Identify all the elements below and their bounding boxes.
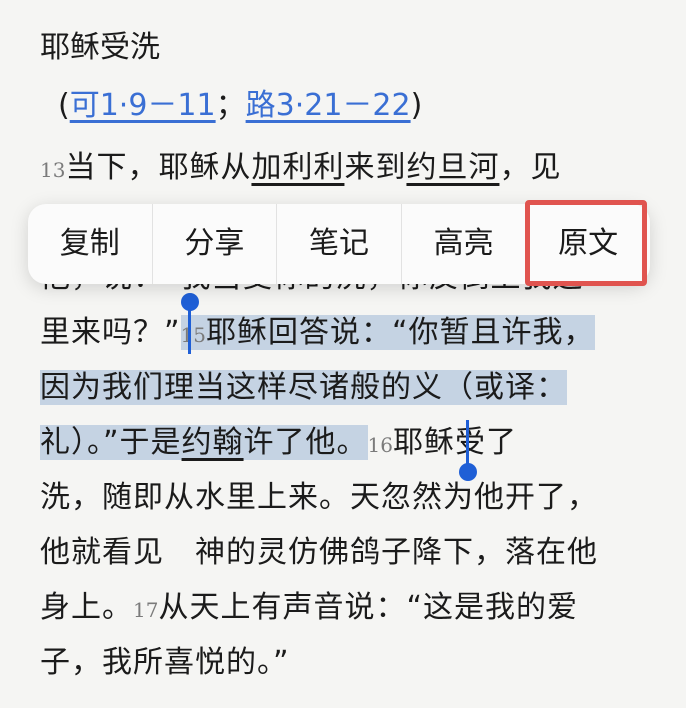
text-line[interactable]: 因为我们理当这样尽诸般的义（或译： [40, 362, 567, 414]
text-line[interactable]: 里来吗？”15耶稣回答说：“你暂且许我， [40, 307, 595, 361]
place-link-jordan[interactable]: 约旦河 [406, 150, 499, 185]
share-menu-item[interactable]: 分享 [153, 204, 278, 284]
person-link-john[interactable]: 约翰 [182, 425, 244, 460]
verse-text[interactable]: 当下，耶稣从 [65, 150, 251, 185]
text-line[interactable]: 他就看见 神的灵仿佛鸽子降下，落在他 [40, 527, 598, 579]
text-line[interactable]: 13当下，耶稣从加利利来到约旦河，见 [40, 142, 561, 196]
verse-text[interactable]: 来到 [344, 150, 406, 185]
callout-box [525, 200, 647, 286]
verse-text[interactable]: 许了他。 [244, 425, 368, 460]
verse-text[interactable]: 里来吗？” [40, 315, 181, 350]
selected-text[interactable]: 因为我们理当这样尽诸般的义（或译： [40, 370, 567, 405]
cross-references: (可1·9－11；路3·21－22) [58, 86, 422, 126]
selection-end-caret[interactable] [466, 420, 469, 466]
verse-number[interactable]: 13 [40, 158, 65, 182]
selected-text[interactable]: 礼）。”于是约翰许了他。 [40, 425, 368, 460]
selected-text[interactable]: 15耶稣回答说：“你暂且许我， [180, 315, 595, 350]
ref-separator: ； [215, 88, 246, 123]
ref-link-mark[interactable]: 可1·9－11 [70, 88, 216, 123]
text-line[interactable]: 礼）。”于是约翰许了他。16耶稣受了 [40, 417, 517, 471]
ref-link-luke[interactable]: 路3·21－22 [246, 88, 411, 123]
verse-text[interactable]: 耶稣受了 [393, 425, 517, 460]
verse-text[interactable]: 身上。 [40, 590, 133, 625]
selection-start-caret[interactable] [188, 306, 191, 354]
highlight-menu-item[interactable]: 高亮 [402, 204, 527, 284]
selection-end-handle[interactable] [459, 463, 477, 481]
place-link-galilee[interactable]: 加利利 [251, 150, 344, 185]
verse-text[interactable]: 耶稣回答说：“你暂且许我， [206, 315, 595, 350]
verse-number[interactable]: 16 [368, 433, 393, 457]
verse-text[interactable]: 洗，随即从水里上来。天忽然为他开了， [40, 480, 598, 515]
verse-text[interactable]: 他就看见 神的灵仿佛鸽子降下，落在他 [40, 535, 598, 570]
text-line[interactable]: 身上。17从天上有声音说：“这是我的爱 [40, 582, 578, 636]
ref-close-paren: ) [410, 88, 423, 123]
text-line[interactable]: 洗，随即从水里上来。天忽然为他开了， [40, 472, 598, 524]
verse-text[interactable]: 礼）。”于是 [40, 425, 182, 460]
verse-number[interactable]: 17 [133, 598, 158, 622]
ref-open-paren: ( [58, 88, 70, 123]
verse-text[interactable]: ，见 [499, 150, 561, 185]
verse-text[interactable]: 从天上有声音说：“这是我的爱 [158, 590, 578, 625]
verse-text[interactable]: 子，我所喜悦的。” [40, 645, 290, 680]
note-menu-item[interactable]: 笔记 [277, 204, 402, 284]
passage-title: 耶稣受洗 [40, 30, 160, 65]
text-line[interactable]: 子，我所喜悦的。” [40, 637, 290, 689]
verse-number[interactable]: 15 [181, 323, 206, 347]
copy-menu-item[interactable]: 复制 [28, 204, 153, 284]
